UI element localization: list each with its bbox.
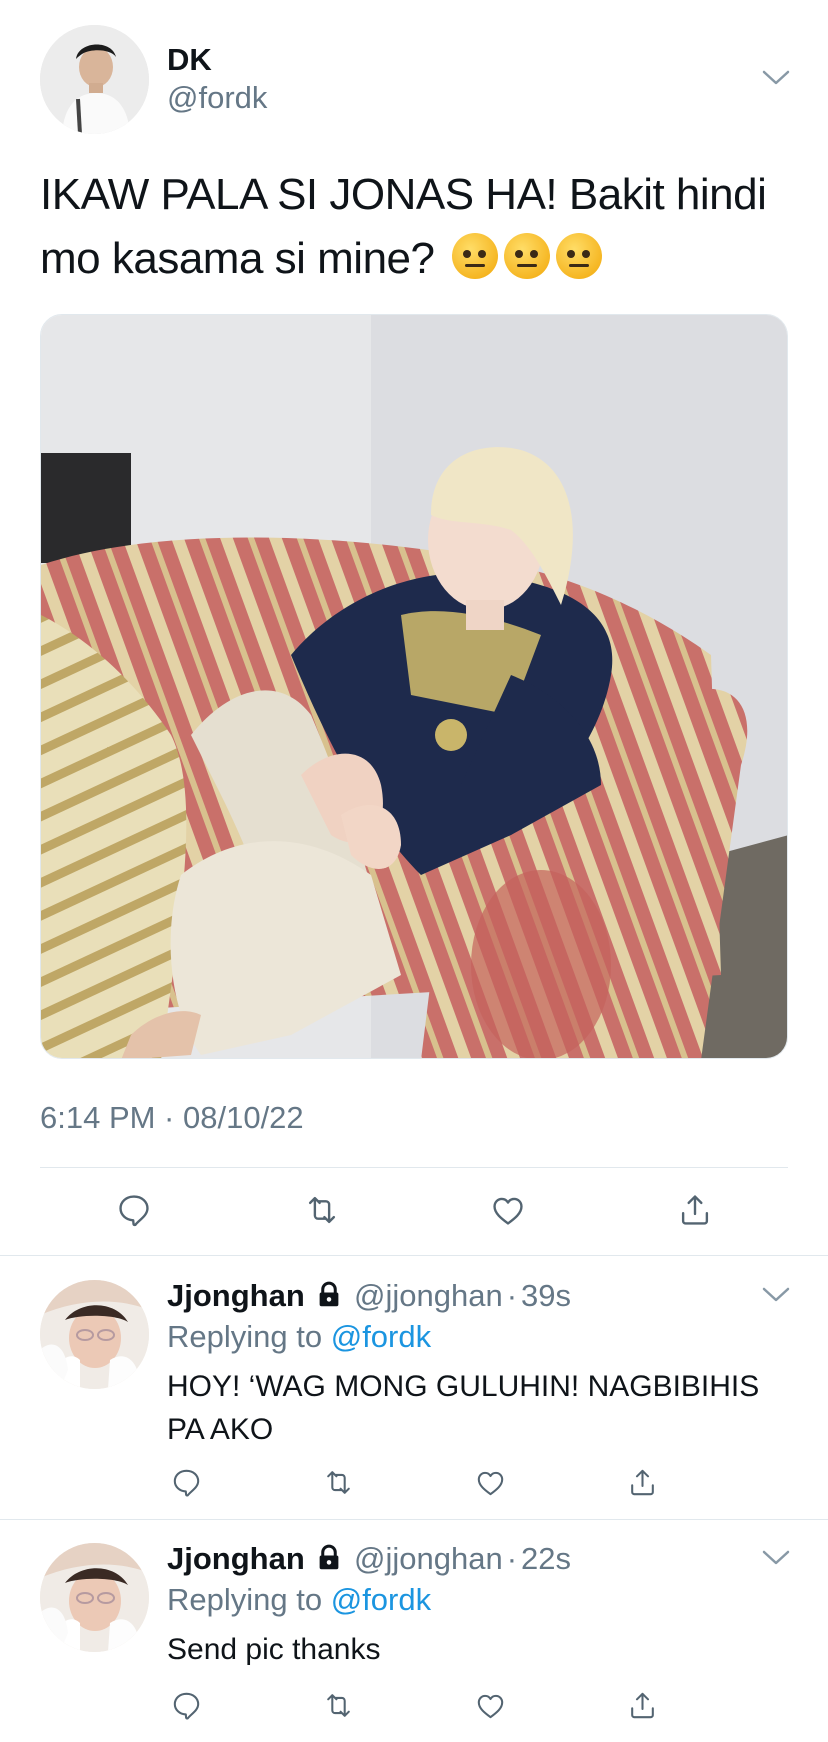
reply-avatar[interactable] xyxy=(40,1543,149,1652)
share-icon[interactable] xyxy=(620,1460,664,1504)
like-icon[interactable] xyxy=(468,1683,512,1727)
reply-time[interactable]: 39s xyxy=(521,1278,571,1313)
divider xyxy=(0,1255,828,1256)
reply-icon[interactable] xyxy=(112,1188,156,1232)
author-avatar[interactable] xyxy=(40,25,149,134)
share-icon[interactable] xyxy=(620,1683,664,1727)
lock-icon xyxy=(314,1280,344,1310)
raised-eyebrow-emoji-icon xyxy=(556,233,603,279)
reply-avatar[interactable] xyxy=(40,1280,149,1389)
tweet-text: IKAW PALA SI JONAS HA! Bakit hindi mo ka… xyxy=(40,163,800,291)
reply-icon[interactable] xyxy=(164,1460,208,1504)
raised-eyebrow-emoji-icon xyxy=(452,233,499,279)
tweet-photo[interactable] xyxy=(40,314,788,1059)
replying-to-link[interactable]: @fordk xyxy=(331,1319,431,1354)
replying-to-link[interactable]: @fordk xyxy=(331,1582,431,1617)
author-name[interactable]: DK xyxy=(167,42,212,78)
tweet-actions xyxy=(0,1188,828,1238)
retweet-icon[interactable] xyxy=(316,1460,360,1504)
like-icon[interactable] xyxy=(486,1188,530,1232)
divider xyxy=(0,1519,828,1520)
reply-author-handle[interactable]: @jjonghan · 39s xyxy=(354,1278,571,1314)
chevron-down-icon[interactable] xyxy=(762,1550,790,1566)
raised-eyebrow-emoji-icon xyxy=(504,233,551,279)
divider xyxy=(40,1167,788,1168)
replying-to: Replying to @fordk xyxy=(167,1582,432,1617)
reply-text: HOY! ‘WAG MONG GULUHIN! NAGBIBIHIS PA AK… xyxy=(167,1370,760,1446)
retweet-icon[interactable] xyxy=(300,1188,344,1232)
reply-author-handle[interactable]: @jjonghan · 22s xyxy=(354,1541,571,1577)
tweet-timestamp[interactable]: 6:14 PM · 08/10/22 xyxy=(40,1100,304,1136)
reply-author-name[interactable]: Jjonghan xyxy=(167,1541,305,1577)
author-handle[interactable]: @fordk xyxy=(167,80,267,116)
replying-to: Replying to @fordk xyxy=(167,1319,432,1354)
like-icon[interactable] xyxy=(468,1460,512,1504)
reply-text: Send pic thanks xyxy=(167,1633,381,1666)
reply-icon[interactable] xyxy=(164,1683,208,1727)
share-icon[interactable] xyxy=(673,1188,717,1232)
chevron-down-icon[interactable] xyxy=(762,70,790,86)
separator-dot: · xyxy=(506,1278,518,1313)
reply-author-name[interactable]: Jjonghan xyxy=(167,1278,305,1314)
reply-actions xyxy=(0,1683,828,1727)
reply-time[interactable]: 22s xyxy=(521,1541,571,1576)
lock-icon xyxy=(314,1543,344,1573)
separator-dot: · xyxy=(506,1541,518,1576)
tweet-text-content: IKAW PALA SI JONAS HA! Bakit hindi mo ka… xyxy=(40,170,767,283)
reply-actions xyxy=(0,1460,828,1504)
chevron-down-icon[interactable] xyxy=(762,1287,790,1303)
retweet-icon[interactable] xyxy=(316,1683,360,1727)
